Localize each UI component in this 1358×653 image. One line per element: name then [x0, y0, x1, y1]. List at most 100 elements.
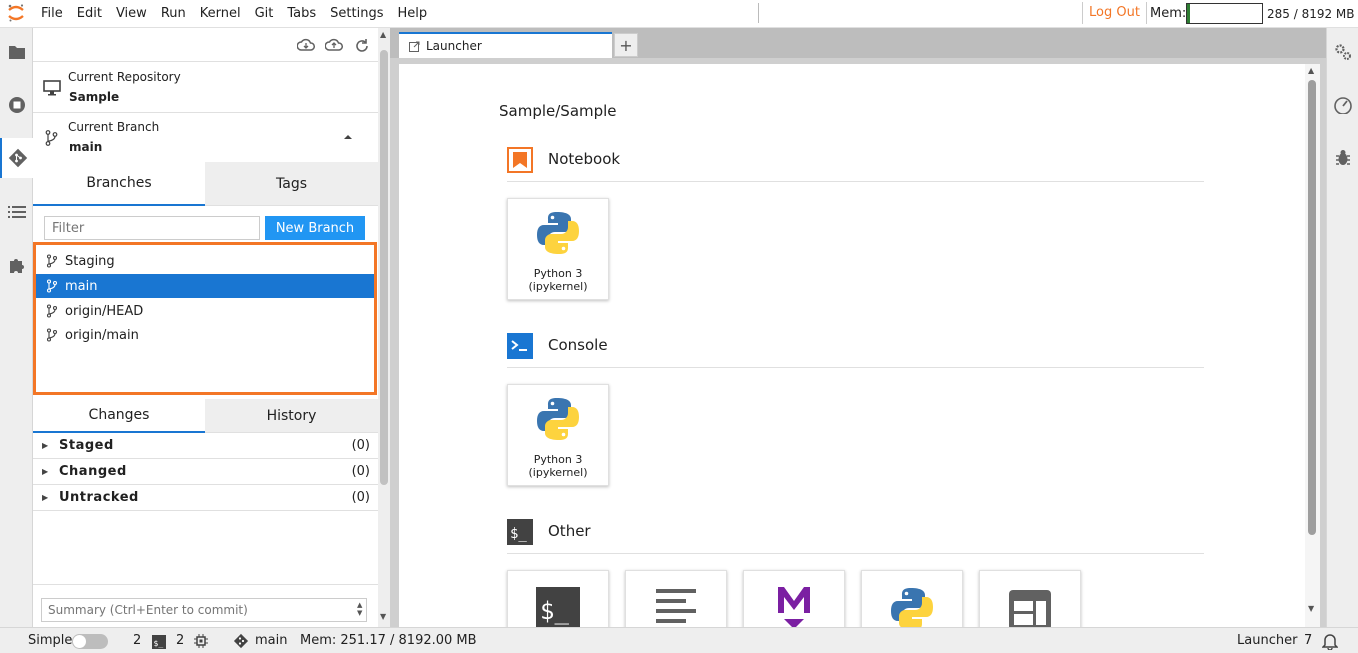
right-sidebar-tabs: [1326, 28, 1358, 627]
property-inspector-tab[interactable]: [1327, 32, 1358, 72]
caret-up-icon[interactable]: [344, 134, 352, 140]
terminal-icon: $_: [152, 635, 166, 649]
terminal-icon: $_: [536, 587, 580, 627]
branch-item-main[interactable]: main: [36, 274, 374, 298]
commit-summary-input[interactable]: [41, 598, 367, 622]
staged-label: Staged: [59, 438, 114, 453]
help-panel-icon: [1009, 590, 1051, 627]
tab-branches[interactable]: Branches: [33, 162, 205, 206]
toggle-knob: [73, 635, 86, 648]
branch-label: main: [65, 278, 98, 294]
card-label: Python 3 (ipykernel): [528, 267, 588, 293]
branch-icon: [46, 254, 58, 268]
commit-stepper-icon[interactable]: ▲ ▼: [357, 601, 362, 617]
tab-tags[interactable]: Tags: [205, 162, 378, 206]
svg-text:$_: $_: [154, 639, 164, 648]
new-branch-button[interactable]: New Branch: [265, 216, 365, 240]
add-tab-button[interactable]: +: [614, 33, 638, 57]
scroll-down-icon[interactable]: ▼: [380, 612, 386, 621]
extension-manager-tab[interactable]: [0, 245, 33, 285]
list-icon: [7, 206, 26, 218]
markdown-file-card[interactable]: [743, 570, 845, 627]
bug-icon: [1336, 150, 1350, 165]
branch-icon: [45, 130, 58, 146]
staged-section[interactable]: ▶ Staged (0): [33, 433, 378, 459]
current-repository[interactable]: Current Repository Sample: [33, 63, 378, 113]
table-of-contents-tab[interactable]: [0, 192, 33, 232]
status-memory: Mem: 251.17 / 8192.00 MB: [300, 633, 477, 648]
file-browser-tab[interactable]: [0, 32, 33, 72]
divider: [758, 3, 759, 23]
tab-launcher[interactable]: Launcher: [399, 32, 612, 58]
branch-filter-input[interactable]: [44, 216, 260, 240]
status-branch[interactable]: main: [255, 628, 287, 653]
notebook-section-header: Notebook: [507, 142, 1204, 182]
scrollbar-thumb[interactable]: [1308, 80, 1316, 535]
menu-edit[interactable]: Edit: [70, 0, 109, 28]
other-section-header: $_ Other: [507, 514, 1204, 554]
branch-tag-tabs: Branches Tags: [33, 162, 378, 206]
tab-history[interactable]: History: [205, 399, 378, 433]
kernel-chip-icon: [194, 634, 208, 648]
menu-settings[interactable]: Settings: [323, 0, 390, 28]
status-bar: Simple 2 $_ 2 main Mem: 251.17 / 8192.00…: [0, 627, 1358, 653]
terminals-count[interactable]: 2: [133, 628, 141, 653]
scroll-up-icon[interactable]: ▲: [380, 30, 386, 39]
contextual-help-card[interactable]: [979, 570, 1081, 627]
python-file-card[interactable]: [861, 570, 963, 627]
jupyter-logo-icon[interactable]: [6, 3, 26, 23]
menu-tabs[interactable]: Tabs: [280, 0, 323, 28]
branch-icon: [46, 328, 58, 342]
resource-usage-tab[interactable]: [1327, 85, 1358, 125]
current-branch-value: main: [69, 140, 103, 154]
text-file-card[interactable]: [625, 570, 727, 627]
terminal-card[interactable]: $_: [507, 570, 609, 627]
untracked-section[interactable]: ▶ Untracked (0): [33, 485, 378, 511]
changed-section[interactable]: ▶ Changed (0): [33, 459, 378, 485]
pull-icon[interactable]: [297, 37, 315, 55]
text-file-icon: [656, 589, 696, 623]
console-icon: [507, 333, 533, 359]
menu-git[interactable]: Git: [248, 0, 281, 28]
python-logo-icon: [891, 588, 933, 627]
console-section-title: Console: [548, 336, 608, 354]
debugger-tab[interactable]: [1327, 138, 1358, 178]
folder-icon: [8, 46, 25, 59]
logout-button[interactable]: Log Out: [1082, 2, 1147, 24]
launcher-scrollbar[interactable]: ▲ ▼: [1305, 64, 1320, 627]
menu-help[interactable]: Help: [391, 0, 435, 28]
running-tab[interactable]: [0, 85, 33, 125]
notification-count[interactable]: 7: [1304, 628, 1312, 653]
current-repository-value: Sample: [69, 90, 120, 104]
branch-icon: [46, 279, 58, 293]
branch-item-staging[interactable]: Staging: [36, 249, 374, 273]
stop-circle-icon: [8, 97, 25, 113]
current-branch-label: Current Branch: [68, 120, 160, 134]
push-icon[interactable]: [325, 37, 343, 55]
console-python3-card[interactable]: Python 3 (ipykernel): [507, 384, 609, 486]
kernels-count[interactable]: 2: [176, 628, 184, 653]
refresh-icon[interactable]: [353, 37, 371, 55]
branch-item-origin-head[interactable]: origin/HEAD: [36, 299, 374, 323]
branch-item-origin-main[interactable]: origin/main: [36, 323, 374, 347]
simple-mode-toggle[interactable]: [72, 634, 108, 649]
tab-changes[interactable]: Changes: [33, 399, 205, 433]
git-panel-scrollbar[interactable]: ▲ ▼: [378, 28, 390, 627]
bell-icon[interactable]: [1322, 632, 1338, 650]
menu-kernel[interactable]: Kernel: [193, 0, 248, 28]
scrollbar-thumb[interactable]: [380, 50, 388, 485]
menu-view[interactable]: View: [109, 0, 154, 28]
branch-list: Staging main origin/HEAD origin/main: [33, 242, 377, 395]
python-logo-icon: [537, 212, 579, 254]
scroll-up-icon[interactable]: ▲: [1308, 66, 1314, 75]
menu-file[interactable]: File: [34, 0, 70, 28]
memory-usage-fill: [1187, 4, 1190, 23]
main-menu: File Edit View Run Kernel Git Tabs Setti…: [34, 0, 434, 28]
git-tab[interactable]: [0, 138, 33, 178]
launch-icon: [409, 41, 420, 52]
current-branch[interactable]: Current Branch main: [33, 113, 378, 163]
markdown-icon: [778, 587, 810, 627]
notebook-python3-card[interactable]: Python 3 (ipykernel): [507, 198, 609, 300]
scroll-down-icon[interactable]: ▼: [1308, 604, 1314, 613]
menu-run[interactable]: Run: [154, 0, 193, 28]
